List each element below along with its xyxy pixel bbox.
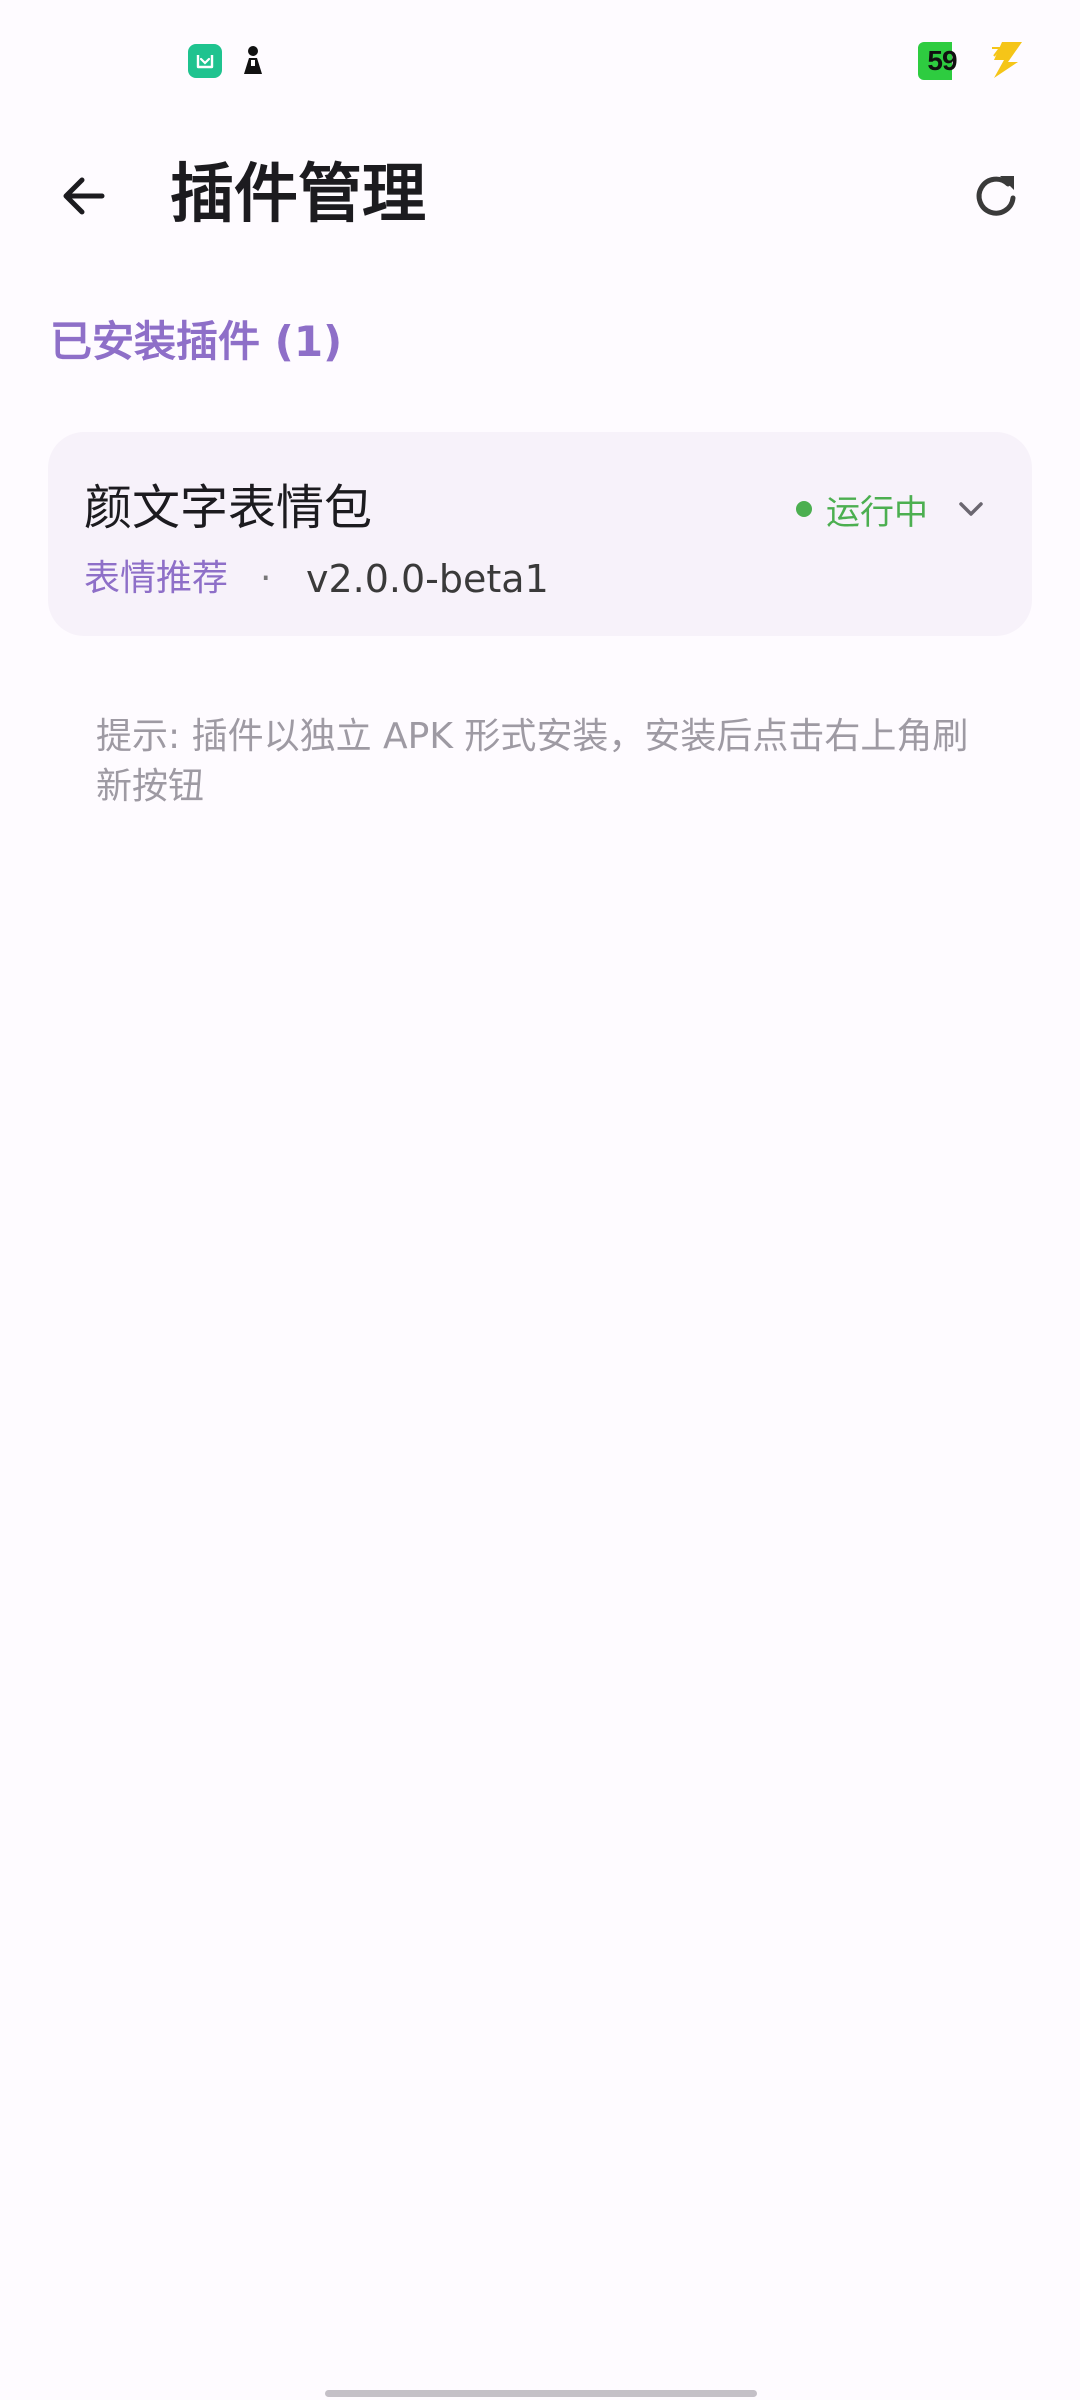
mi-home-icon [188,44,222,78]
charging-icon [988,40,1026,80]
arrow-back-icon [63,177,105,215]
status-bar: 59 [0,0,1080,120]
separator-dot: · [260,558,272,599]
plugin-category: 表情推荐 [84,558,229,599]
status-text: 运行中 [826,492,928,533]
plugin-card[interactable]: 颜文字表情包 表情推荐 · v2.0.0-beta1 运行中 [48,432,1032,636]
battery-level: 59 [927,45,957,76]
status-dot-icon [796,501,812,517]
expand-button[interactable] [944,482,998,536]
plugin-name: 颜文字表情包 [84,480,373,536]
app-bar: 插件管理 [0,130,1080,260]
chevron-down-icon [959,502,983,516]
page-title: 插件管理 [170,158,426,232]
figure-icon [238,44,268,78]
gesture-navigation-bar[interactable] [325,2390,757,2397]
refresh-button[interactable] [952,152,1040,240]
refresh-icon [976,176,1016,216]
back-button[interactable] [40,152,128,240]
status-badge: 运行中 [796,484,928,534]
hint-text: 提示: 插件以独立 APK 形式安装，安装后点击右上角刷新按钮 [96,716,969,807]
installed-plugins-header: 已安装插件 (1) [50,317,343,366]
plugin-management-screen: 59 插件管理 已安装插件 (1) 颜文字表情包 表情推荐 · v2.0.0-b… [0,0,1080,2400]
plugin-version: v2.0.0-beta1 [306,557,549,601]
battery-indicator: 59 [918,42,966,80]
